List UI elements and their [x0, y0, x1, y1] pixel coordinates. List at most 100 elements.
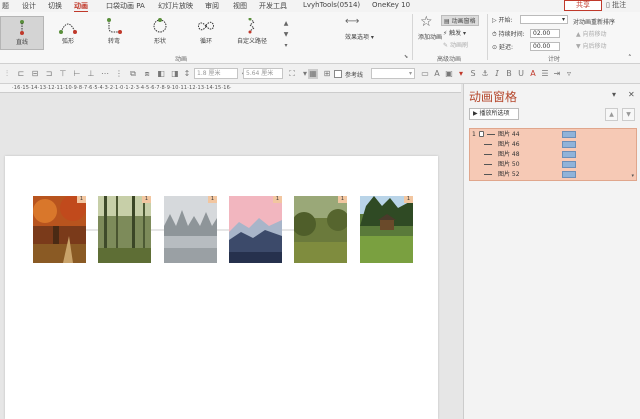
guides-checkbox[interactable] [334, 70, 342, 78]
reorder-label: 对动画重新排序 [573, 19, 616, 26]
format-icon[interactable]: ▭ [420, 69, 430, 79]
animation-list: 1 图片 44 图片 46 图片 48 图片 50 图片 52 ▾ [469, 128, 637, 181]
comment-button[interactable]: ▯ 批注 [606, 0, 638, 11]
align-right-icon[interactable]: ⊐ [44, 69, 54, 79]
align-top-icon[interactable]: ⊤ [58, 69, 68, 79]
dialog-launcher-icon[interactable]: ⬊ [404, 54, 408, 60]
snap-icon[interactable]: ⊞ [322, 69, 332, 79]
timeline-bar[interactable] [562, 171, 576, 178]
list-item[interactable]: 1 图片 44 [470, 130, 630, 139]
group-icon[interactable]: ⧉ [128, 69, 138, 79]
pane-options-icon[interactable]: ▾ [612, 90, 616, 99]
underline-icon[interactable]: U [516, 69, 526, 79]
comment-label: 批注 [612, 1, 627, 9]
tab-0[interactable]: 题 [2, 1, 9, 11]
anchor-icon[interactable]: ⚓ [480, 69, 490, 79]
picture-52[interactable]: 1 [294, 196, 347, 263]
add-animation-button[interactable]: 添加动画 [418, 32, 442, 41]
delay-input[interactable]: 00.00 [530, 42, 560, 51]
italic-icon[interactable]: 𝘐 [492, 69, 502, 79]
close-icon[interactable]: ✕ [628, 90, 635, 99]
distribute-v-icon[interactable]: ⋮ [114, 69, 124, 79]
gallery-item-turn[interactable]: 转弯 [92, 16, 136, 50]
move-later-button[interactable]: ▼ 向后移动 [576, 41, 607, 50]
tab-onekey[interactable]: OneKey 10 [372, 1, 410, 9]
effect-options-button[interactable]: 效果选项 ▾ [345, 32, 374, 41]
group-advanced-label: 高级动画 [437, 56, 462, 63]
picture-46[interactable]: 1 [98, 196, 151, 263]
picture-50[interactable]: 1 [229, 196, 282, 263]
gallery-scroll[interactable]: ▲ ▼ ▾ [281, 18, 291, 52]
trigger-button[interactable]: ⚡ 触发 ▾ [443, 28, 466, 37]
align-bottom-icon[interactable]: ⊥ [86, 69, 96, 79]
gallery-item-custom[interactable]: 自定义路径 [230, 16, 274, 50]
height-icon: ↕ [183, 69, 191, 78]
timeline-bar[interactable] [562, 131, 576, 138]
gallery-item-line[interactable]: 直线 [0, 16, 44, 50]
highlight-icon[interactable]: ▾ [456, 69, 466, 79]
move-down-button[interactable]: ▼ [622, 108, 635, 121]
tab-design[interactable]: 设计 [22, 1, 36, 11]
arc-path-icon [46, 16, 90, 36]
list-item[interactable]: 图片 46 [470, 140, 630, 149]
ungroup-icon[interactable]: ⧈ [142, 69, 152, 79]
tab-transitions[interactable]: 切换 [48, 1, 62, 11]
gallery-item-arc[interactable]: 弧形 [46, 16, 90, 50]
tab-pocket-animation[interactable]: 口袋动画 PA [106, 1, 145, 11]
font-dropdown[interactable]: ▾ [371, 68, 415, 79]
animation-pane-button[interactable]: ▤ 动画窗格 [441, 15, 479, 26]
list-item[interactable]: 图片 52 [470, 170, 630, 179]
tab-slideshow[interactable]: 幻灯片放映 [158, 1, 193, 11]
move-up-button[interactable]: ▲ [605, 108, 618, 121]
bring-forward-icon[interactable]: ◧ [156, 69, 166, 79]
grid-icon[interactable]: ▦ [308, 69, 318, 79]
animation-order-badge: 1 [142, 196, 151, 203]
shape-fill-icon[interactable]: ⛶ [287, 69, 297, 79]
list-item[interactable]: 图片 50 [470, 160, 630, 169]
gallery-label: 自定义路径 [236, 38, 267, 45]
list-item[interactable]: 图片 48 [470, 150, 630, 159]
start-label-text: 开始: [498, 17, 513, 24]
animation-painter-button[interactable]: ✎ 动画刷 [443, 40, 468, 49]
ribbon-tabs: 题 设计 切换 动画 口袋动画 PA 幻灯片放映 审阅 视图 开发工具 Lvyh… [0, 0, 640, 13]
timeline-bar[interactable] [562, 141, 576, 148]
timeline-bar[interactable] [562, 161, 576, 168]
width-field[interactable]: 5.64 厘米 [243, 68, 283, 79]
align-center-icon[interactable]: ⊟ [30, 69, 40, 79]
shadow-icon[interactable]: ▣ [444, 69, 454, 79]
picture-48[interactable]: 1 [164, 196, 217, 263]
play-selected-button[interactable]: ▶ 播放所选项 [469, 108, 519, 120]
picture-44[interactable]: 1 [33, 196, 86, 263]
distribute-h-icon[interactable]: ⋯ [100, 69, 110, 79]
tab-review[interactable]: 审阅 [205, 1, 219, 11]
align-icon[interactable]: ⫶ [2, 69, 12, 79]
gallery-item-loop[interactable]: 循环 [184, 16, 228, 50]
slide[interactable]: 1 1 1 1 1 1 [5, 156, 438, 419]
align-left-icon[interactable]: ⊏ [16, 69, 26, 79]
font-color-icon[interactable]: A [528, 69, 538, 79]
start-select[interactable]: ▾ [520, 15, 568, 24]
star-icon: ☆ [420, 14, 433, 30]
align-middle-icon[interactable]: ⊢ [72, 69, 82, 79]
text-icon[interactable]: A [432, 69, 442, 79]
animation-order-badge: 1 [338, 196, 347, 203]
tab-animations[interactable]: 动画 [74, 1, 88, 13]
height-field[interactable]: 1.8 厘米 [194, 68, 238, 79]
row-dropdown-icon[interactable]: ▾ [631, 173, 634, 179]
move-earlier-button[interactable]: ▲ 向前移动 [576, 29, 607, 38]
more-icon[interactable]: ▿ [564, 69, 574, 79]
bullets-icon[interactable]: ☰ [540, 69, 550, 79]
tab-developer[interactable]: 开发工具 [259, 1, 287, 11]
gallery-item-shape[interactable]: 形状 [138, 16, 182, 50]
picture-54[interactable]: 1 [360, 196, 413, 263]
collapse-ribbon-icon[interactable]: ˄ [628, 54, 632, 62]
timeline-bar[interactable] [562, 151, 576, 158]
tab-lvyhtools[interactable]: LvyhTools(0514) [303, 1, 360, 9]
tab-view[interactable]: 视图 [233, 1, 247, 11]
share-button[interactable]: 共享 [564, 0, 602, 11]
duration-input[interactable]: 02.00 [530, 29, 560, 38]
strike-icon[interactable]: S [468, 69, 478, 79]
bold-icon[interactable]: B [504, 69, 514, 79]
send-backward-icon[interactable]: ◨ [170, 69, 180, 79]
arrow-icon[interactable]: ⇥ [552, 69, 562, 79]
